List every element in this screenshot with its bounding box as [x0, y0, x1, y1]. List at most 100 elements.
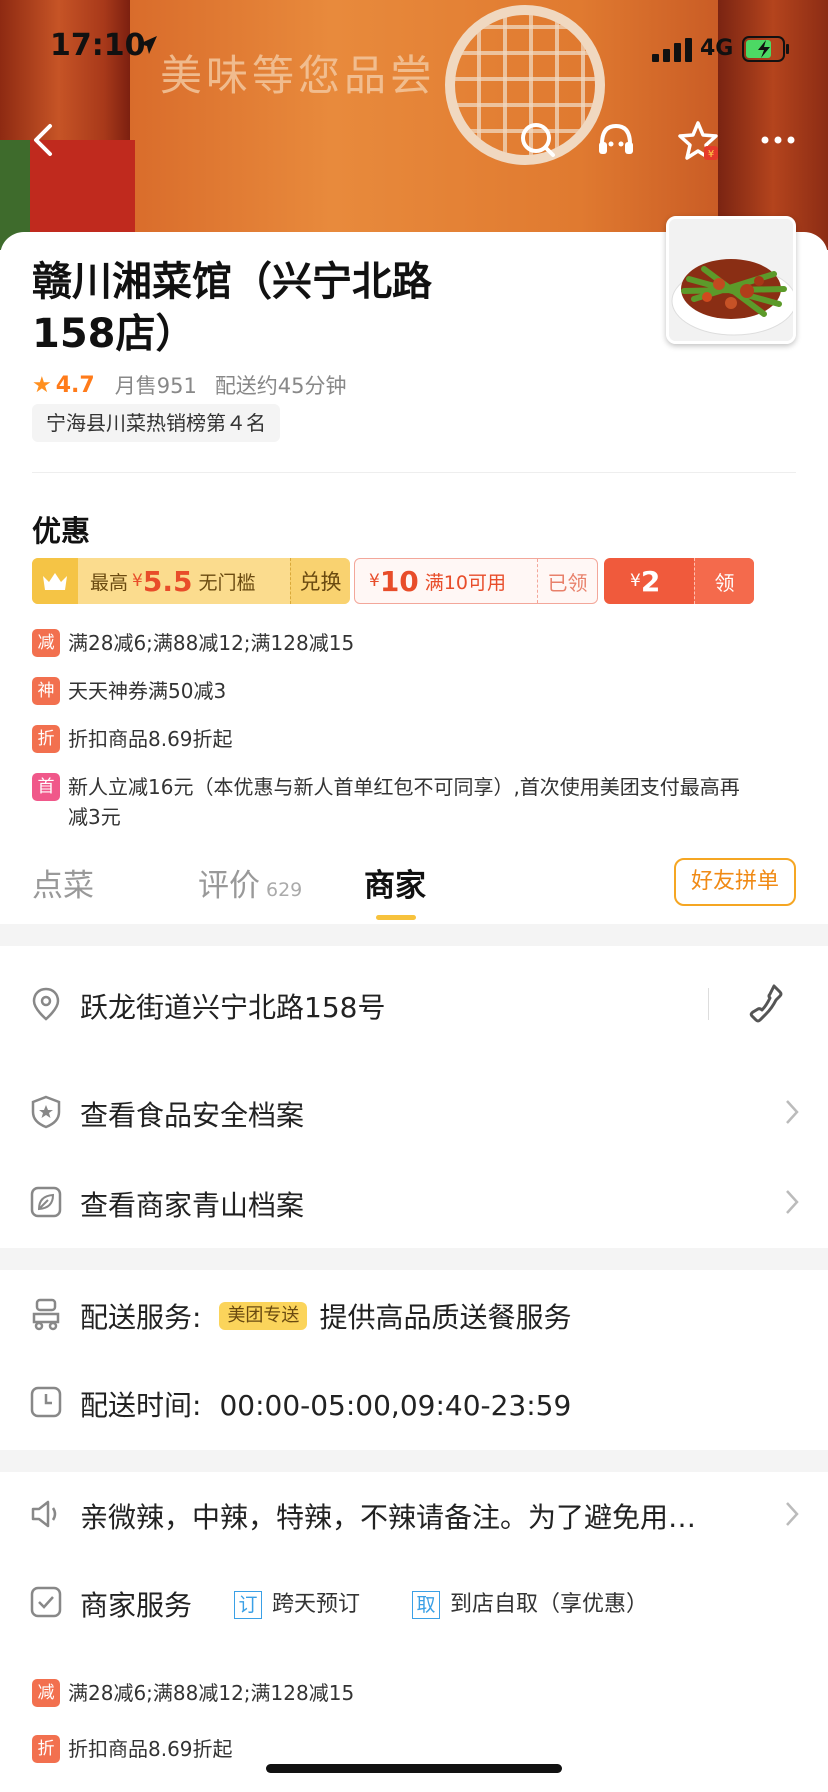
red-packet-coupon[interactable]: ¥ 2 领 — [604, 558, 754, 604]
delivery-time: 配送约45分钟 — [214, 374, 347, 398]
chevron-right-icon — [786, 1100, 799, 1124]
merchant-services-row: 商家服务 订跨天预订 取到店自取（享优惠） — [0, 1572, 828, 1632]
speaker-icon — [31, 1500, 57, 1528]
store-notice: 亲微辣，中辣，特辣，不辣请备注。为了避免用… — [80, 1501, 697, 1534]
offer-item: 减 满28减6;满88减12;满128减15 — [32, 1678, 748, 1708]
favorite-star-icon[interactable]: ¥ — [676, 118, 720, 162]
delivery-service-label: 配送服务: — [80, 1301, 202, 1334]
chevron-right-icon — [786, 1190, 799, 1214]
service-item: 取到店自取（享优惠） — [412, 1586, 648, 1621]
search-icon[interactable] — [516, 118, 560, 162]
meituan-delivery-tag: 美团专送 — [219, 1302, 308, 1330]
offer-item: 折 折扣商品8.69折起 — [32, 1734, 748, 1764]
customer-service-icon[interactable] — [594, 118, 638, 162]
notice-row[interactable]: 亲微辣，中辣，特辣，不辣请备注。为了避免用… — [0, 1484, 828, 1544]
crown-icon — [32, 558, 78, 604]
delivery-service-text: 配送服务: 美团专送 提供高品质送餐服务 — [80, 1296, 571, 1336]
offer-badge: 减 — [32, 1679, 60, 1707]
store-address: 跃龙街道兴宁北路158号 — [80, 991, 386, 1024]
more-icon[interactable] — [756, 118, 800, 162]
exchange-button[interactable]: 兑换 — [290, 558, 350, 604]
green-archive-label: 查看商家青山档案 — [80, 1189, 305, 1222]
checkbox-icon — [30, 1586, 62, 1618]
tab-label: 商家 — [364, 868, 426, 904]
section-gap — [0, 1248, 828, 1270]
monthly-sales: 月售951 — [114, 374, 197, 398]
claim-button[interactable]: 领 — [694, 558, 754, 604]
pickup-icon: 取 — [412, 1590, 440, 1619]
green-archive-row[interactable]: 查看商家青山档案 — [0, 1172, 828, 1232]
delivery-hours-row: 配送时间: 00:00-05:00,09:40-23:59 — [0, 1372, 828, 1432]
store-name: 赣川湘菜馆（兴宁北路158店） — [32, 259, 432, 357]
delivery-service-row: 配送服务: 美团专送 提供高品质送餐服务 — [0, 1284, 828, 1344]
delivery-hours-value: 00:00-05:00,09:40-23:59 — [219, 1389, 572, 1422]
home-indicator[interactable] — [266, 1764, 562, 1773]
offer-text: 折扣商品8.69折起 — [68, 727, 233, 751]
offer-text: 新人立减16元（本优惠与新人首单红包不可同享）,首次使用美团支付最高再减3元 — [68, 775, 740, 829]
member-coupon-amount: 5.5 — [142, 564, 193, 598]
tab-order[interactable]: 点菜 — [32, 860, 94, 905]
location-pin-icon — [32, 987, 60, 1021]
service-item: 订跨天预订 — [234, 1586, 360, 1621]
tab-label: 点菜 — [32, 868, 94, 904]
tab-label: 评价 — [198, 868, 260, 904]
offer-item: 首 新人立减16元（本优惠与新人首单红包不可同享）,首次使用美团支付最高再减3元 — [32, 772, 748, 832]
offer-badge: 减 — [32, 629, 60, 657]
signal-icon — [652, 38, 692, 62]
network-type: 4G — [700, 36, 734, 61]
red-packet-currency: ¥ — [630, 571, 641, 591]
store-photo[interactable] — [666, 216, 796, 344]
merchant-services-label: 商家服务 — [80, 1589, 193, 1622]
clock-icon — [30, 1386, 62, 1418]
red-packet-amount: 2 — [640, 564, 661, 598]
promotions-title: 优惠 — [32, 514, 91, 548]
store-coupon-condition: 满10可用 — [424, 571, 506, 594]
offer-text: 满28减6;满88减12;满128减15 — [68, 1681, 355, 1705]
store-coupon[interactable]: ¥ 10 满10可用 已领 — [354, 558, 598, 604]
divider — [708, 988, 709, 1020]
service-label: 跨天预订 — [272, 1592, 361, 1617]
address-row[interactable]: 跃龙街道兴宁北路158号 — [0, 974, 828, 1034]
offer-text: 满28减6;满88减12;满128减15 — [68, 631, 355, 655]
food-safety-label: 查看食品安全档案 — [80, 1099, 305, 1132]
offer-item: 折 折扣商品8.69折起 — [32, 724, 748, 754]
reserve-icon: 订 — [234, 1590, 262, 1619]
store-rating: 4.7 — [55, 372, 95, 398]
section-gap — [0, 924, 828, 946]
banner-slogan: 美味等您品尝 — [160, 51, 437, 100]
status-time: 17:10 — [50, 28, 146, 63]
store-coupon-currency: ¥ — [369, 571, 380, 591]
service-label: 到店自取（享优惠） — [450, 1592, 649, 1617]
member-coupon[interactable]: 最高 ¥ 5.5 无门槛 兑换 — [32, 558, 350, 604]
delivery-hours-label: 配送时间: — [80, 1389, 202, 1422]
offer-badge: 首 — [32, 773, 60, 801]
reviews-count: 629 — [266, 879, 303, 901]
offer-item: 神 天天神券满50减3 — [32, 676, 748, 706]
svg-text:¥: ¥ — [708, 149, 714, 160]
member-coupon-prefix: 最高 — [90, 571, 129, 594]
tab-indicator — [376, 915, 416, 920]
food-safety-row[interactable]: 查看食品安全档案 — [0, 1082, 828, 1142]
leaf-icon — [30, 1186, 62, 1218]
dish-image — [669, 219, 793, 341]
store-coupon-amount: 10 — [379, 564, 419, 598]
group-order-button[interactable]: 好友拼单 — [674, 858, 796, 906]
back-icon[interactable] — [22, 118, 66, 162]
delivery-hours-text: 配送时间: 00:00-05:00,09:40-23:59 — [80, 1384, 571, 1424]
offer-badge: 折 — [32, 1735, 60, 1763]
chevron-right-icon — [786, 1502, 799, 1526]
tab-merchant[interactable]: 商家 — [364, 860, 426, 905]
section-gap — [0, 1450, 828, 1472]
offer-item: 减 满28减6;满88减12;满128减15 — [32, 628, 748, 658]
location-arrow-icon — [139, 36, 157, 54]
offer-text: 折扣商品8.69折起 — [68, 1737, 233, 1761]
tab-reviews[interactable]: 评价 629 — [198, 860, 302, 905]
offer-text: 天天神券满50减3 — [68, 679, 227, 703]
rank-tag[interactable]: 宁海县川菜热销榜第４名 — [32, 404, 280, 442]
member-coupon-currency: ¥ — [132, 571, 143, 591]
battery-icon — [742, 36, 789, 62]
store-coupon-status: 已领 — [537, 559, 597, 603]
shield-icon — [31, 1095, 61, 1129]
delivery-service-desc: 提供高品质送餐服务 — [319, 1301, 572, 1334]
phone-icon[interactable] — [744, 982, 788, 1026]
